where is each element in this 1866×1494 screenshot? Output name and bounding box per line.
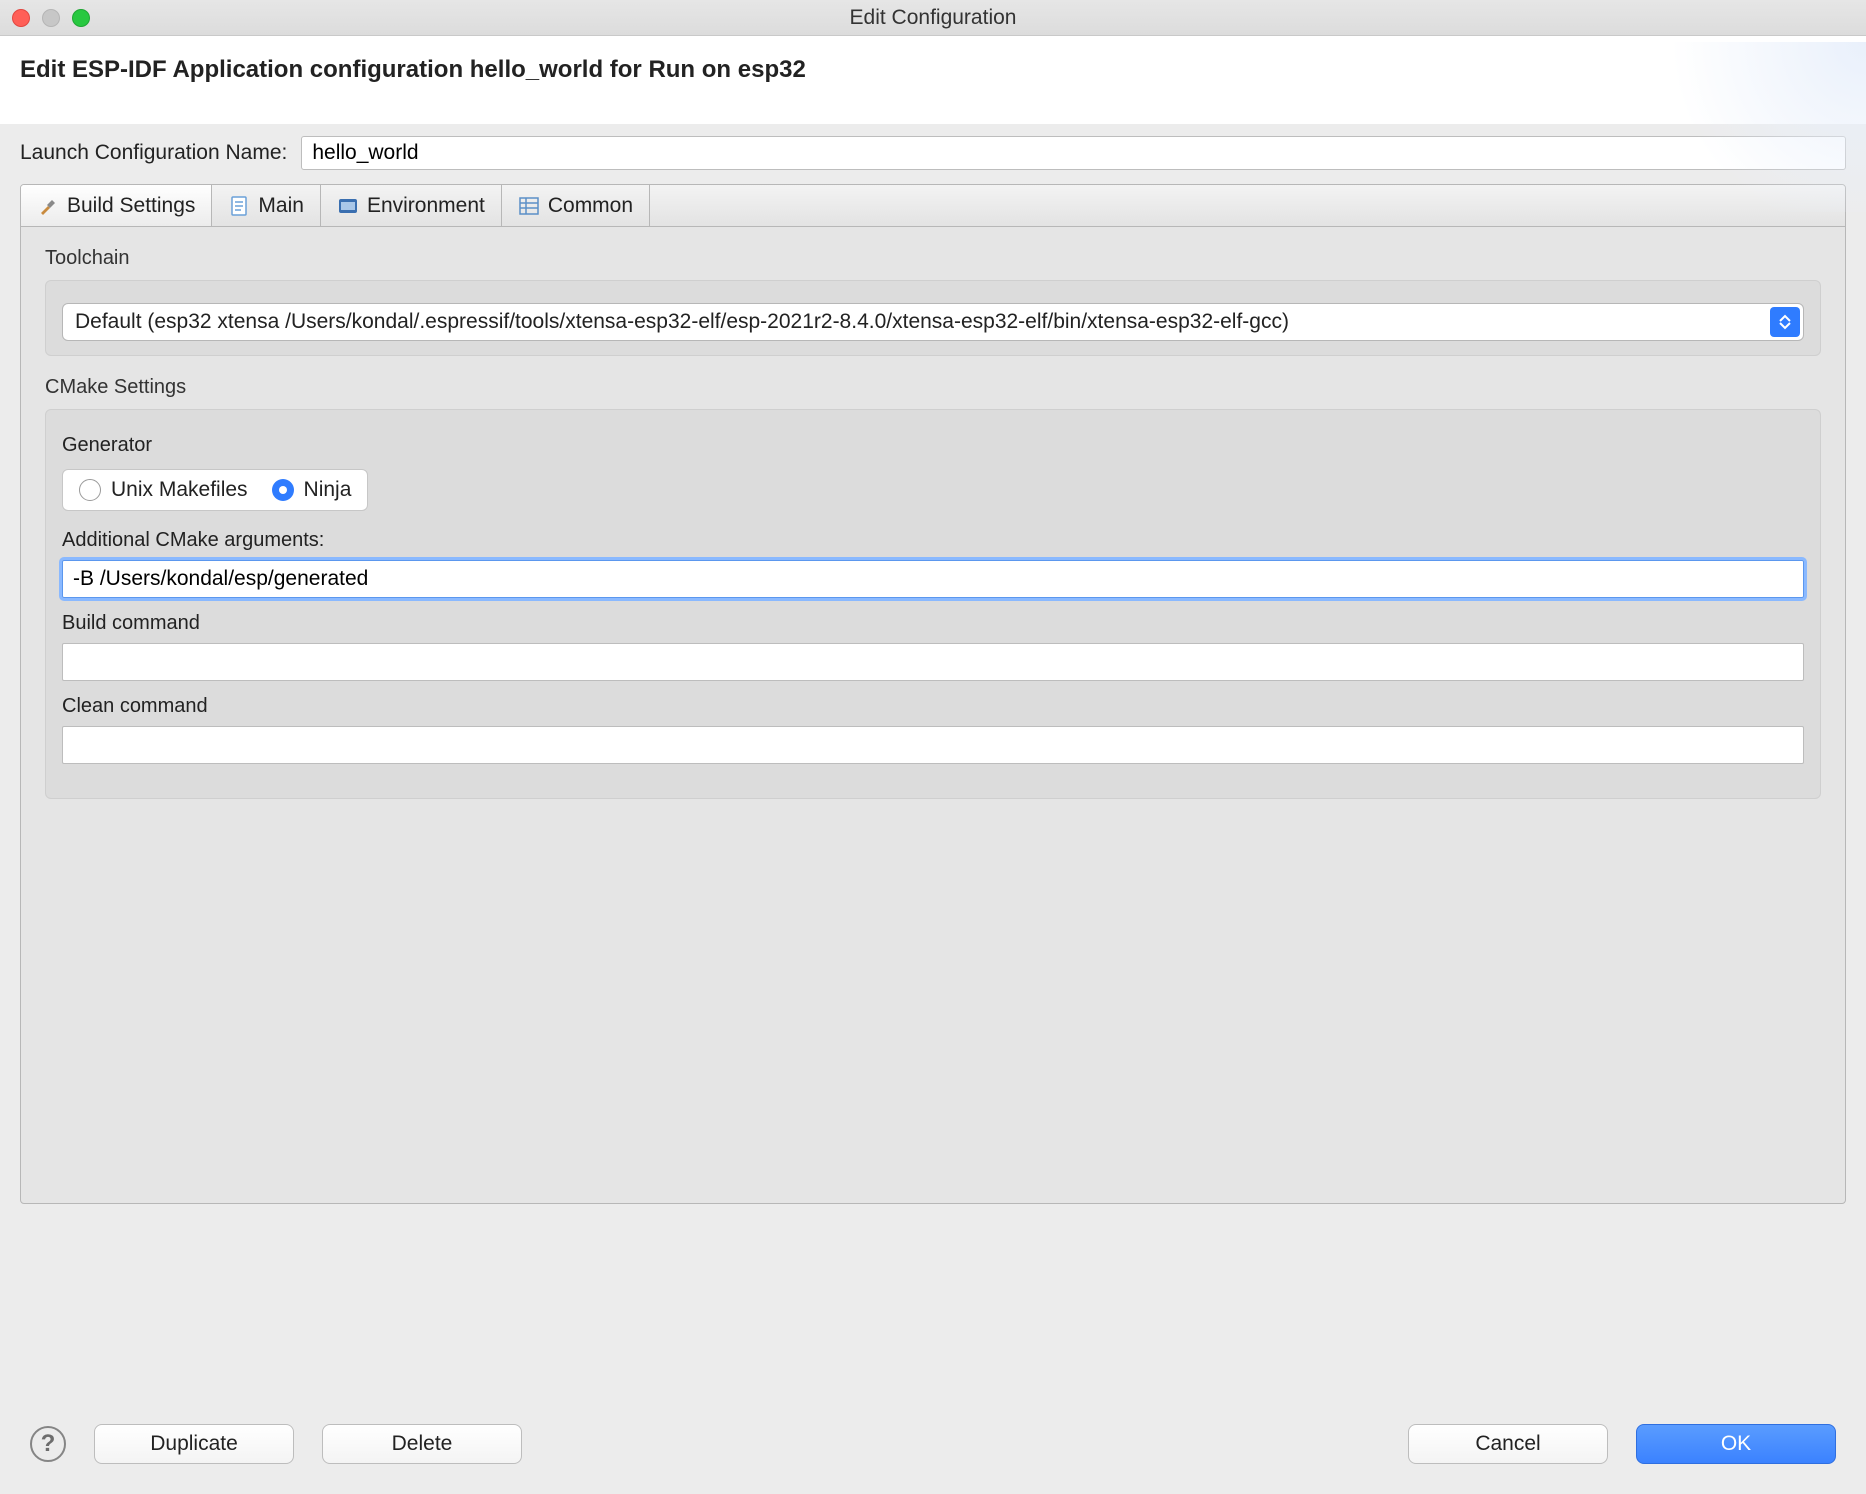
tab-bar: Build Settings Main [21, 185, 1845, 227]
radio-unix-makefiles[interactable]: Unix Makefiles [79, 478, 248, 502]
launch-config-name-label: Launch Configuration Name: [20, 141, 287, 165]
question-mark-icon: ? [41, 1430, 56, 1458]
toolchain-select-value: Default (esp32 xtensa /Users/kondal/.esp… [75, 310, 1289, 334]
tab-environment[interactable]: Environment [321, 185, 502, 226]
tab-main[interactable]: Main [212, 185, 321, 226]
radio-dot-checked-icon [272, 479, 294, 501]
dialog-button-bar: ? Duplicate Delete Cancel OK [0, 1396, 1866, 1494]
tab-label: Main [258, 194, 304, 218]
tab-label: Build Settings [67, 194, 195, 218]
button-label: Duplicate [150, 1432, 238, 1456]
dialog-header: Edit ESP-IDF Application configuration h… [0, 36, 1866, 124]
page-title: Edit ESP-IDF Application configuration h… [20, 56, 1846, 84]
ok-button[interactable]: OK [1636, 1424, 1836, 1464]
build-command-label: Build command [62, 612, 1804, 635]
duplicate-button[interactable]: Duplicate [94, 1424, 294, 1464]
cmake-settings-label: CMake Settings [45, 376, 1821, 399]
radio-dot-icon [79, 479, 101, 501]
additional-cmake-args-label: Additional CMake arguments: [62, 529, 1804, 552]
cancel-button[interactable]: Cancel [1408, 1424, 1608, 1464]
button-label: Delete [392, 1432, 453, 1456]
tab-common[interactable]: Common [502, 185, 650, 226]
radio-label: Ninja [304, 478, 352, 502]
document-icon [228, 195, 250, 217]
generator-radio-group: Unix Makefiles Ninja [62, 469, 368, 511]
environment-icon [337, 195, 359, 217]
radio-ninja[interactable]: Ninja [272, 478, 352, 502]
help-button[interactable]: ? [30, 1426, 66, 1462]
additional-cmake-args-input[interactable] [62, 560, 1804, 598]
toolchain-label: Toolchain [45, 247, 1821, 270]
generator-label: Generator [62, 434, 1804, 457]
window-title: Edit Configuration [0, 6, 1866, 30]
tab-build-settings[interactable]: Build Settings [21, 185, 212, 226]
tab-container: Build Settings Main [20, 184, 1846, 1204]
tab-body-build-settings: Toolchain Default (esp32 xtensa /Users/k… [21, 227, 1845, 1203]
tab-label: Common [548, 194, 633, 218]
radio-label: Unix Makefiles [111, 478, 248, 502]
launch-config-name-input[interactable] [301, 136, 1846, 170]
button-label: OK [1721, 1432, 1751, 1456]
window-titlebar: Edit Configuration [0, 0, 1866, 36]
chevron-up-down-icon [1770, 307, 1800, 337]
delete-button[interactable]: Delete [322, 1424, 522, 1464]
build-command-input[interactable] [62, 643, 1804, 681]
tab-label: Environment [367, 194, 485, 218]
cmake-settings-group: Generator Unix Makefiles Ninja Additiona… [45, 409, 1821, 799]
table-icon [518, 195, 540, 217]
clean-command-input[interactable] [62, 726, 1804, 764]
toolchain-group: Default (esp32 xtensa /Users/kondal/.esp… [45, 280, 1821, 356]
button-label: Cancel [1475, 1432, 1540, 1456]
hammer-icon [37, 195, 59, 217]
clean-command-label: Clean command [62, 695, 1804, 718]
toolchain-select[interactable]: Default (esp32 xtensa /Users/kondal/.esp… [62, 303, 1804, 341]
launch-config-name-row: Launch Configuration Name: [20, 124, 1846, 184]
